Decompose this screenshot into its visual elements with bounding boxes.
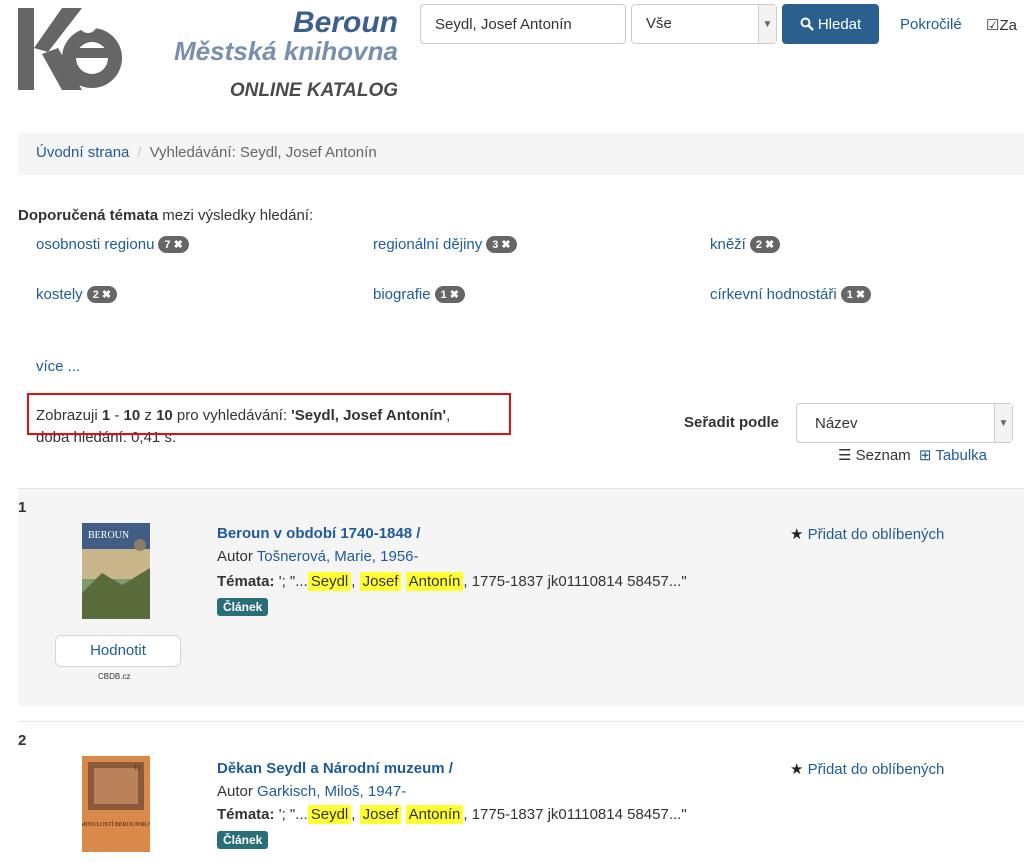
cover-number: 11: [134, 764, 141, 772]
result-number: 2: [18, 732, 27, 749]
topics-label: Témata:: [217, 573, 275, 590]
format-badge: Článek: [217, 831, 269, 849]
result-author: Autor Tošnerová, Marie, 1956-: [217, 548, 419, 565]
author-prefix: Autor: [217, 783, 258, 800]
table-view-link[interactable]: ⊞ Tabulka: [919, 447, 987, 464]
sort-select[interactable]: Název ▼: [796, 403, 1013, 443]
cover-text: BEROUN: [88, 530, 129, 541]
topics-heading-rest: mezi výsledky hledání:: [158, 207, 314, 224]
topics-label: Témata:: [217, 806, 275, 823]
breadcrumb-current: Vyhledávání: Seydl, Josef Antonín: [149, 144, 377, 161]
topic-label: biografie: [373, 286, 431, 303]
topics-pre: '; "...: [274, 573, 308, 590]
topic-label: regionální dějiny: [373, 236, 483, 253]
add-favorite-link[interactable]: ★ Přidat do oblíbených: [790, 760, 944, 778]
search-input[interactable]: [420, 4, 626, 44]
result-item: 2 11 MINULOSTÍ BEROUNSKA Děkan Seydl a N…: [18, 721, 1024, 868]
topic-link[interactable]: kněží 2 ✖: [710, 236, 781, 253]
highlight-term: Seydl: [307, 572, 352, 591]
table-icon: ⊞: [918, 447, 932, 464]
sort-value: Název: [815, 415, 858, 432]
topics-heading-bold: Doporučená témata: [18, 207, 159, 224]
topic-label: kostely: [36, 286, 83, 303]
breadcrumb: Úvodní strana / Vyhledávání: Seydl, Josef …: [18, 133, 1024, 175]
topic-count-badge[interactable]: 2 ✖: [86, 286, 118, 303]
list-view-label: Seznam: [855, 447, 911, 464]
sort-label: Seřadit podle: [684, 414, 780, 431]
brand-library: Městská knihovna: [174, 36, 398, 66]
topic-count-badge[interactable]: 7 ✖: [158, 236, 189, 253]
search-scope-value: Vše: [646, 15, 672, 32]
save-search-label: Za: [999, 17, 1017, 34]
topic-link[interactable]: regionální dějiny 3 ✖: [373, 236, 517, 253]
topic-count-badge[interactable]: 1 ✖: [840, 286, 872, 303]
highlight-term: Seydl: [307, 805, 352, 824]
list-view-link[interactable]: ☰ Seznam: [838, 447, 911, 464]
search-icon: [800, 17, 814, 31]
save-search-checkbox[interactable]: ☑Za: [986, 16, 1017, 34]
format-badge: Článek: [217, 598, 269, 616]
result-author: Autor Garkisch, Miloš, 1947-: [217, 783, 406, 800]
topics-post: , 1775-1837 jk01110814 58457...": [463, 806, 687, 823]
annotation-highlight-box: [27, 393, 511, 435]
table-view-label: Tabulka: [935, 447, 988, 464]
topics-pre: '; "...: [274, 806, 308, 823]
author-prefix: Autor: [217, 548, 257, 565]
breadcrumb-home[interactable]: Úvodní strana: [36, 144, 129, 161]
chevron-down-icon: ▼: [758, 5, 776, 43]
add-favorite-label: Přidat do oblíbených: [807, 761, 945, 778]
brand-city: Beroun: [293, 6, 398, 39]
result-title-link[interactable]: Děkan Seydl a Národní muzeum /: [217, 760, 453, 777]
add-favorite-label: Přidat do oblíbených: [807, 526, 945, 543]
topics-heading: Doporučená témata mezi výsledky hledání:: [18, 207, 313, 224]
topic-count-badge[interactable]: 3 ✖: [486, 236, 517, 253]
cbdb-label: CBDB.cz: [98, 672, 131, 681]
star-icon: ★: [790, 526, 804, 543]
search-button-label: Hledat: [817, 15, 862, 33]
library-logo-icon[interactable]: [18, 8, 126, 90]
author-link[interactable]: Tošnerová, Marie, 1956-: [257, 548, 419, 565]
advanced-search-link[interactable]: Pokročilé: [900, 16, 962, 33]
result-topics: Témata: '; "... Seydl, Josef Antonín, 177…: [217, 572, 687, 591]
highlight-term: Antonín: [405, 572, 464, 591]
topic-label: kněží: [710, 236, 746, 253]
topic-count-badge[interactable]: 1 ✖: [434, 286, 465, 303]
book-cover-image[interactable]: BEROUN: [82, 523, 150, 619]
topic-label: církevní hodnostáři: [710, 286, 837, 303]
rate-button[interactable]: Hodnotit: [55, 635, 181, 667]
star-icon: ★: [790, 761, 804, 778]
topics-post: , 1775-1837 jk01110814 58457...": [463, 573, 687, 590]
checkbox-icon: ☑: [986, 17, 1000, 34]
cover-text: MINULOSTÍ BEROUNSKA: [82, 820, 150, 828]
topic-link[interactable]: církevní hodnostáři 1 ✖: [710, 286, 872, 303]
topic-link[interactable]: biografie 1 ✖: [373, 286, 465, 303]
library-brand[interactable]: Beroun Městská knihovna ONLINE KATALOG: [140, 8, 398, 102]
result-topics: Témata: '; "... Seydl, Josef Antonín, 177…: [217, 805, 687, 824]
highlight-term: Josef: [359, 572, 402, 591]
highlight-term: Antonín: [405, 805, 464, 824]
topic-link[interactable]: kostely 2 ✖: [36, 286, 118, 303]
author-link[interactable]: Garkisch, Miloš, 1947-: [257, 783, 406, 800]
result-number: 1: [18, 499, 27, 516]
topic-label: osobnosti regionu: [36, 236, 155, 253]
search-button[interactable]: Hledat: [782, 4, 879, 44]
add-favorite-link[interactable]: ★ Přidat do oblíbených: [790, 525, 944, 543]
list-icon: ☰: [838, 447, 852, 464]
more-topics-link[interactable]: více ...: [36, 358, 80, 375]
result-item: 1 BEROUN Hodnotit CBDB.cz Beroun v obdob…: [18, 488, 1024, 706]
result-title-link[interactable]: Beroun v období 1740-1848 /: [217, 525, 420, 542]
topic-count-badge[interactable]: 2 ✖: [749, 236, 781, 253]
highlight-term: Josef: [359, 805, 402, 824]
view-toggle: ☰ Seznam ⊞ Tabulka: [838, 446, 987, 464]
topic-link[interactable]: osobnosti regionu 7 ✖: [36, 236, 189, 253]
breadcrumb-separator: /: [137, 144, 142, 161]
chevron-down-icon: ▼: [994, 404, 1012, 442]
book-cover-image[interactable]: 11 MINULOSTÍ BEROUNSKA: [82, 756, 150, 852]
brand-catalog: ONLINE KATALOG: [229, 80, 398, 101]
search-scope-select[interactable]: Vše ▼: [631, 4, 777, 44]
